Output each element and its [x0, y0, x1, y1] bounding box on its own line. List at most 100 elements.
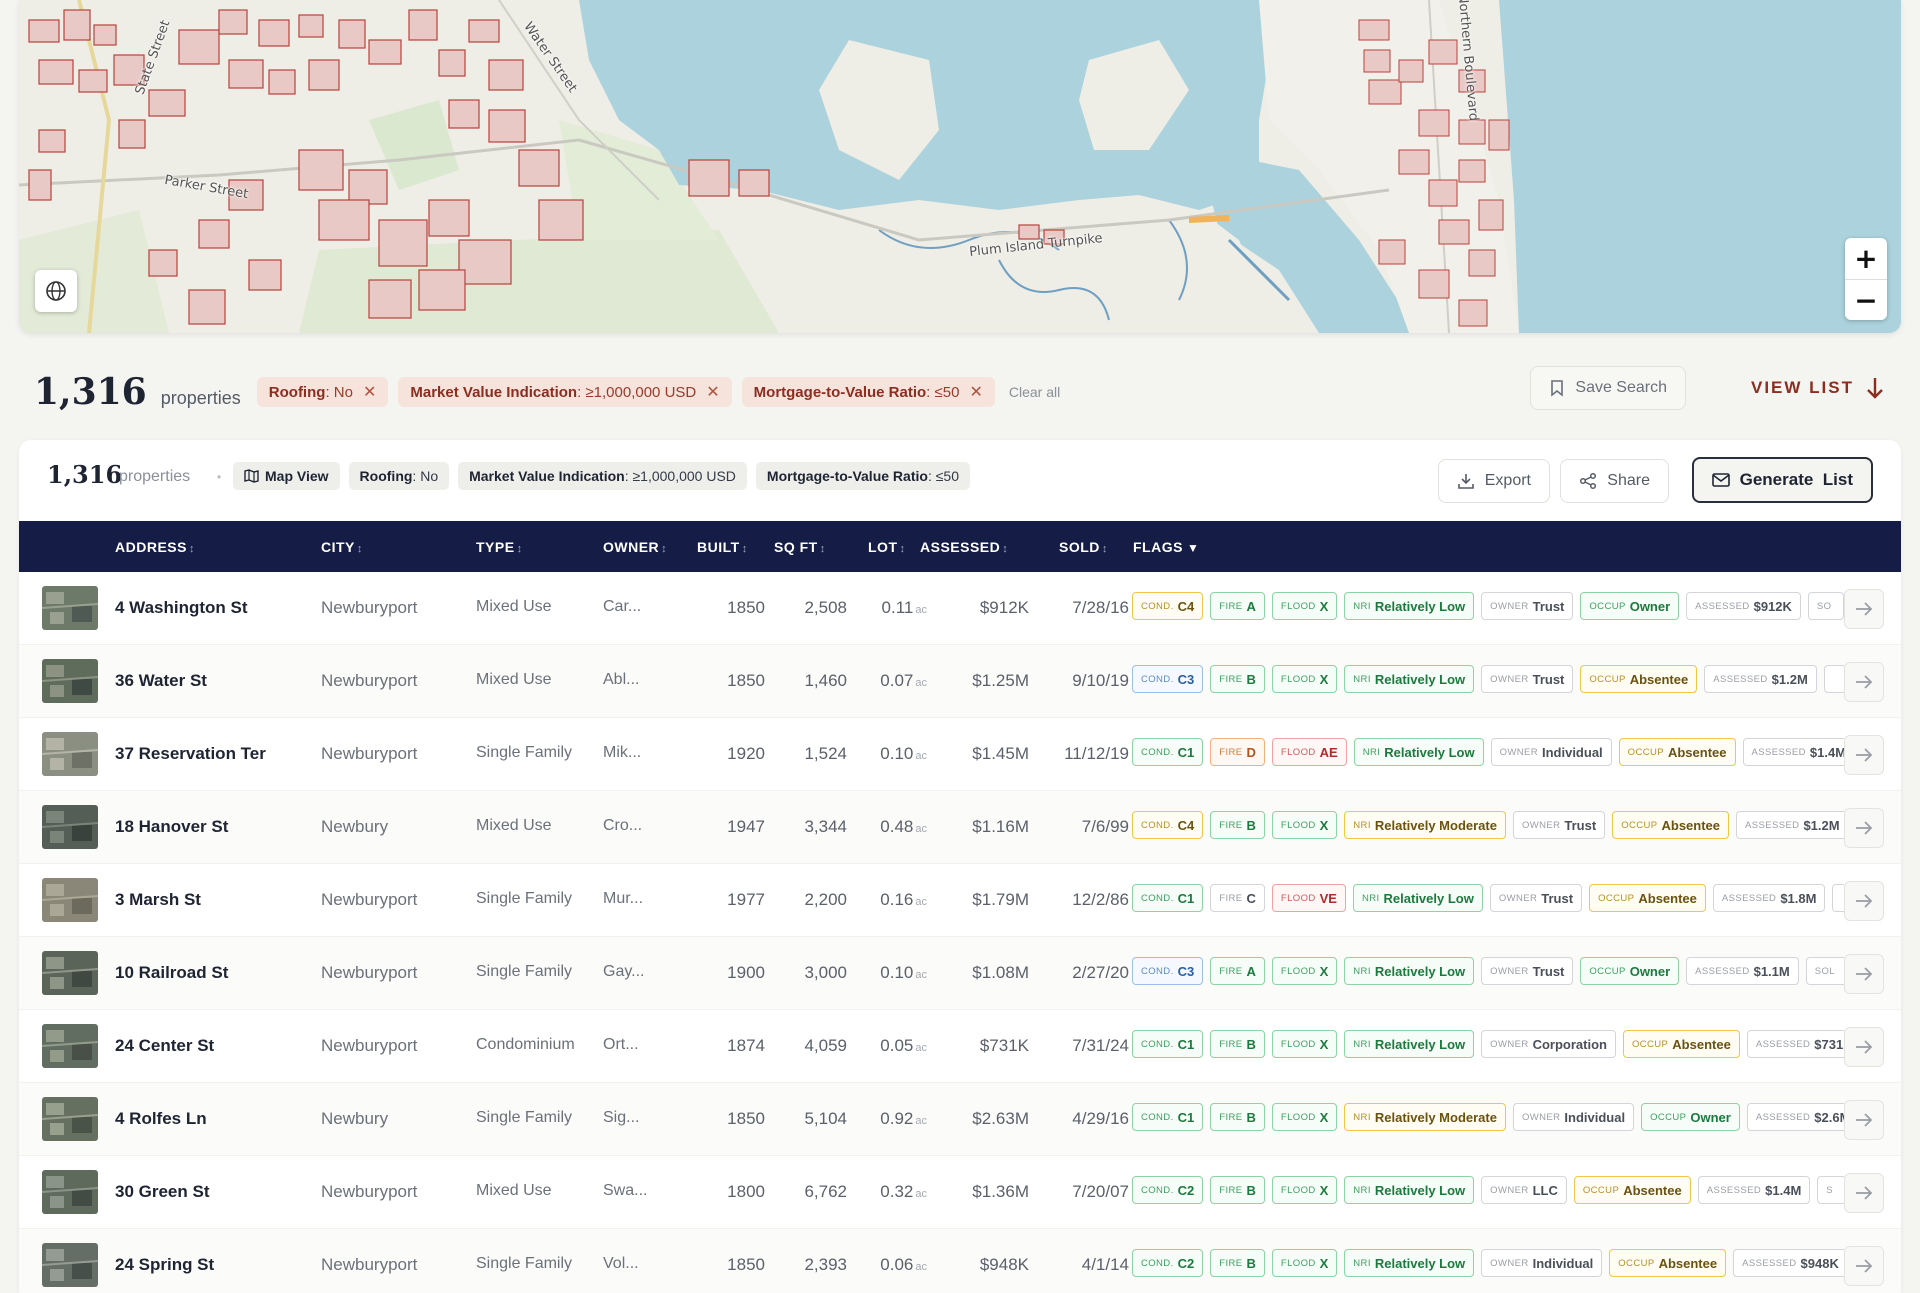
column-header-owner[interactable]: OWNER ↕: [603, 539, 667, 555]
filter-chip-mortgage-ratio[interactable]: Mortgage-to-Value Ratio: ≤50 ✕: [741, 377, 995, 407]
flag-label: COND.: [1141, 819, 1174, 831]
column-header-address[interactable]: ADDRESS ↕: [115, 539, 195, 555]
cell-address[interactable]: 24 Spring St: [115, 1255, 214, 1275]
column-header-city[interactable]: CITY ↕: [321, 539, 363, 555]
map-canvas[interactable]: [19, 0, 1901, 333]
property-thumbnail[interactable]: [42, 951, 98, 995]
row-open-button[interactable]: [1844, 881, 1884, 921]
flag-badge: FIRE A: [1210, 957, 1265, 985]
cell-address[interactable]: 10 Railroad St: [115, 963, 228, 983]
flag-value: Absentee: [1661, 817, 1721, 833]
zoom-out-button[interactable]: −: [1845, 279, 1887, 320]
panel-filter-mortgage-ratio[interactable]: Mortgage-to-Value Ratio: ≤50: [755, 462, 970, 490]
remove-filter-icon[interactable]: ✕: [969, 382, 982, 402]
row-open-button[interactable]: [1844, 1246, 1884, 1286]
filter-chip-roofing[interactable]: Roofing: No ✕: [256, 377, 389, 407]
row-open-button[interactable]: [1844, 662, 1884, 702]
remove-filter-icon[interactable]: ✕: [706, 382, 719, 402]
table-row[interactable]: 4 Washington St Newburyport Mixed Use Ca…: [19, 572, 1901, 645]
cell-lot-value: 0.10: [880, 963, 914, 982]
property-thumbnail[interactable]: [42, 1170, 98, 1214]
cell-sold: 12/2/86: [1072, 890, 1129, 909]
flag-value: $912K: [1753, 598, 1792, 614]
flag-label: OCCUP: [1618, 1257, 1655, 1269]
panel-filter-roofing[interactable]: Roofing: No: [348, 462, 450, 490]
generate-list-button[interactable]: Generate List: [1691, 457, 1873, 503]
column-header-type[interactable]: TYPE ↕: [476, 539, 523, 555]
sort-icon: ↕: [899, 543, 906, 555]
flag-label: OWNER: [1490, 600, 1529, 612]
table-row[interactable]: 10 Railroad St Newburyport Single Family…: [19, 937, 1901, 1010]
cell-lot: 0.10 ac: [854, 963, 927, 983]
cell-address[interactable]: 36 Water St: [115, 671, 207, 691]
table-row[interactable]: 4 Rolfes Ln Newbury Single Family Sig...…: [19, 1083, 1901, 1156]
table-row[interactable]: 36 Water St Newburyport Mixed Use Abl...…: [19, 645, 1901, 718]
share-button[interactable]: Share: [1560, 459, 1669, 503]
sort-icon: ↕: [1002, 543, 1009, 555]
property-thumbnail[interactable]: [42, 1097, 98, 1141]
row-open-button[interactable]: [1844, 1027, 1884, 1067]
property-thumbnail[interactable]: [42, 805, 98, 849]
flag-label: NRI: [1353, 673, 1371, 685]
row-open-button[interactable]: [1844, 735, 1884, 775]
cell-address[interactable]: 4 Rolfes Ln: [115, 1109, 207, 1129]
save-search-button[interactable]: Save Search: [1530, 366, 1686, 410]
export-button[interactable]: Export: [1437, 459, 1550, 503]
flag-badge: FLOOD AE: [1271, 738, 1347, 766]
table-row[interactable]: 18 Hanover St Newbury Mixed Use Cro... 1…: [19, 791, 1901, 864]
flag-label: COND.: [1141, 1038, 1174, 1050]
row-open-button[interactable]: [1844, 589, 1884, 629]
row-open-button[interactable]: [1844, 954, 1884, 994]
property-thumbnail[interactable]: [42, 1243, 98, 1287]
zoom-in-button[interactable]: +: [1845, 238, 1887, 279]
download-icon: [1457, 472, 1475, 490]
table-row[interactable]: 37 Reservation Ter Newburyport Single Fa…: [19, 718, 1901, 791]
cell-address[interactable]: 18 Hanover St: [115, 817, 228, 837]
flag-badge: FLOOD X: [1271, 1103, 1338, 1131]
flag-label: OWNER: [1490, 673, 1529, 685]
remove-filter-icon[interactable]: ✕: [363, 382, 376, 402]
flag-value: C1: [1177, 1036, 1195, 1052]
column-header-flags[interactable]: FLAGS ▼: [1133, 539, 1199, 555]
flag-value: Corporation: [1532, 1036, 1607, 1052]
flag-badge: FIRE B: [1210, 1176, 1265, 1204]
panel-filter-market-value[interactable]: Market Value Indication: ≥1,000,000 USD: [458, 462, 747, 490]
column-header-assessed[interactable]: ASSESSED ↕: [920, 539, 1008, 555]
flag-badge: NRI Relatively Low: [1344, 1030, 1475, 1058]
property-thumbnail[interactable]: [42, 659, 98, 703]
map-view-button[interactable]: Map View: [233, 462, 340, 490]
cell-sqft: 3,000: [804, 963, 847, 982]
row-open-button[interactable]: [1844, 1173, 1884, 1213]
cell-address[interactable]: 30 Green St: [115, 1182, 210, 1202]
flag-badge: NRI Relatively Moderate: [1344, 811, 1506, 839]
property-thumbnail[interactable]: [42, 732, 98, 776]
cell-sqft: 1,460: [804, 671, 847, 690]
flag-badge: FLOOD VE: [1271, 884, 1346, 912]
column-header-built[interactable]: BUILT ↕: [697, 539, 748, 555]
cell-address[interactable]: 37 Reservation Ter: [115, 744, 266, 764]
property-map[interactable]: State Street Parker Street Water Street …: [19, 0, 1901, 333]
cell-address[interactable]: 3 Marsh St: [115, 890, 201, 910]
filter-chip-market-value[interactable]: Market Value Indication: ≥1,000,000 USD …: [398, 377, 732, 407]
flag-value: Relatively Low: [1374, 598, 1466, 614]
row-open-button[interactable]: [1844, 1100, 1884, 1140]
globe-layer-button[interactable]: [35, 270, 77, 312]
column-header-sqft[interactable]: SQ FT ↕: [774, 539, 826, 555]
cell-city: Newburyport: [321, 598, 418, 617]
column-header-lot[interactable]: LOT ↕: [868, 539, 906, 555]
view-list-button[interactable]: VIEW LIST: [1751, 366, 1884, 410]
table-row[interactable]: 24 Spring St Newburyport Single Family V…: [19, 1229, 1901, 1293]
table-row[interactable]: 30 Green St Newburyport Mixed Use Swa...…: [19, 1156, 1901, 1229]
property-thumbnail[interactable]: [42, 878, 98, 922]
cell-sold: 2/27/20: [1072, 963, 1129, 982]
cell-lot: 0.05 ac: [854, 1036, 927, 1056]
row-open-button[interactable]: [1844, 808, 1884, 848]
table-row[interactable]: 3 Marsh St Newburyport Single Family Mur…: [19, 864, 1901, 937]
property-thumbnail[interactable]: [42, 1024, 98, 1068]
table-row[interactable]: 24 Center St Newburyport Condominium Ort…: [19, 1010, 1901, 1083]
cell-address[interactable]: 24 Center St: [115, 1036, 214, 1056]
clear-all-link[interactable]: Clear all: [1009, 384, 1060, 400]
column-header-sold[interactable]: SOLD ↕: [1059, 539, 1108, 555]
property-thumbnail[interactable]: [42, 586, 98, 630]
cell-address[interactable]: 4 Washington St: [115, 598, 248, 618]
